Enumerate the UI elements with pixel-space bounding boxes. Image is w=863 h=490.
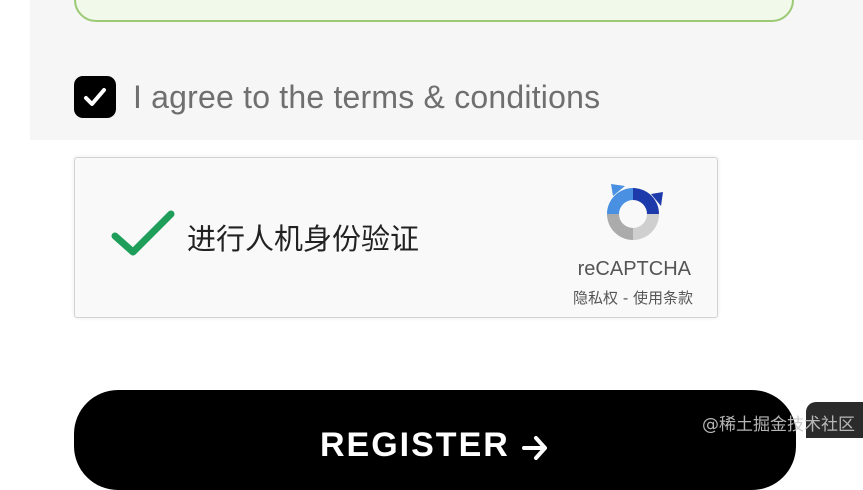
watermark: @稀土掘金技术社区 bbox=[702, 415, 855, 435]
terms-checkbox[interactable] bbox=[74, 76, 116, 118]
recaptcha-widget[interactable]: 进行人机身份验证 reCAPTCHA 隐私权 - 使用条款 bbox=[74, 157, 718, 318]
register-label: REGISTER bbox=[320, 426, 510, 464]
previous-input-field[interactable] bbox=[74, 0, 794, 22]
check-icon bbox=[84, 88, 106, 106]
arrow-right-icon bbox=[522, 436, 547, 460]
recaptcha-brand: reCAPTCHA bbox=[577, 258, 691, 280]
recaptcha-logo-icon bbox=[607, 184, 663, 240]
recaptcha-label: 进行人机身份验证 bbox=[187, 222, 420, 256]
terms-label: I agree to the terms & conditions bbox=[133, 78, 601, 115]
register-button[interactable]: REGISTER bbox=[74, 390, 796, 490]
recaptcha-privacy-terms-links[interactable]: 隐私权 - 使用条款 bbox=[573, 287, 693, 308]
terms-row[interactable]: I agree to the terms & conditions bbox=[74, 75, 600, 119]
checkmark-icon bbox=[111, 210, 175, 256]
page-gutter bbox=[0, 0, 30, 438]
